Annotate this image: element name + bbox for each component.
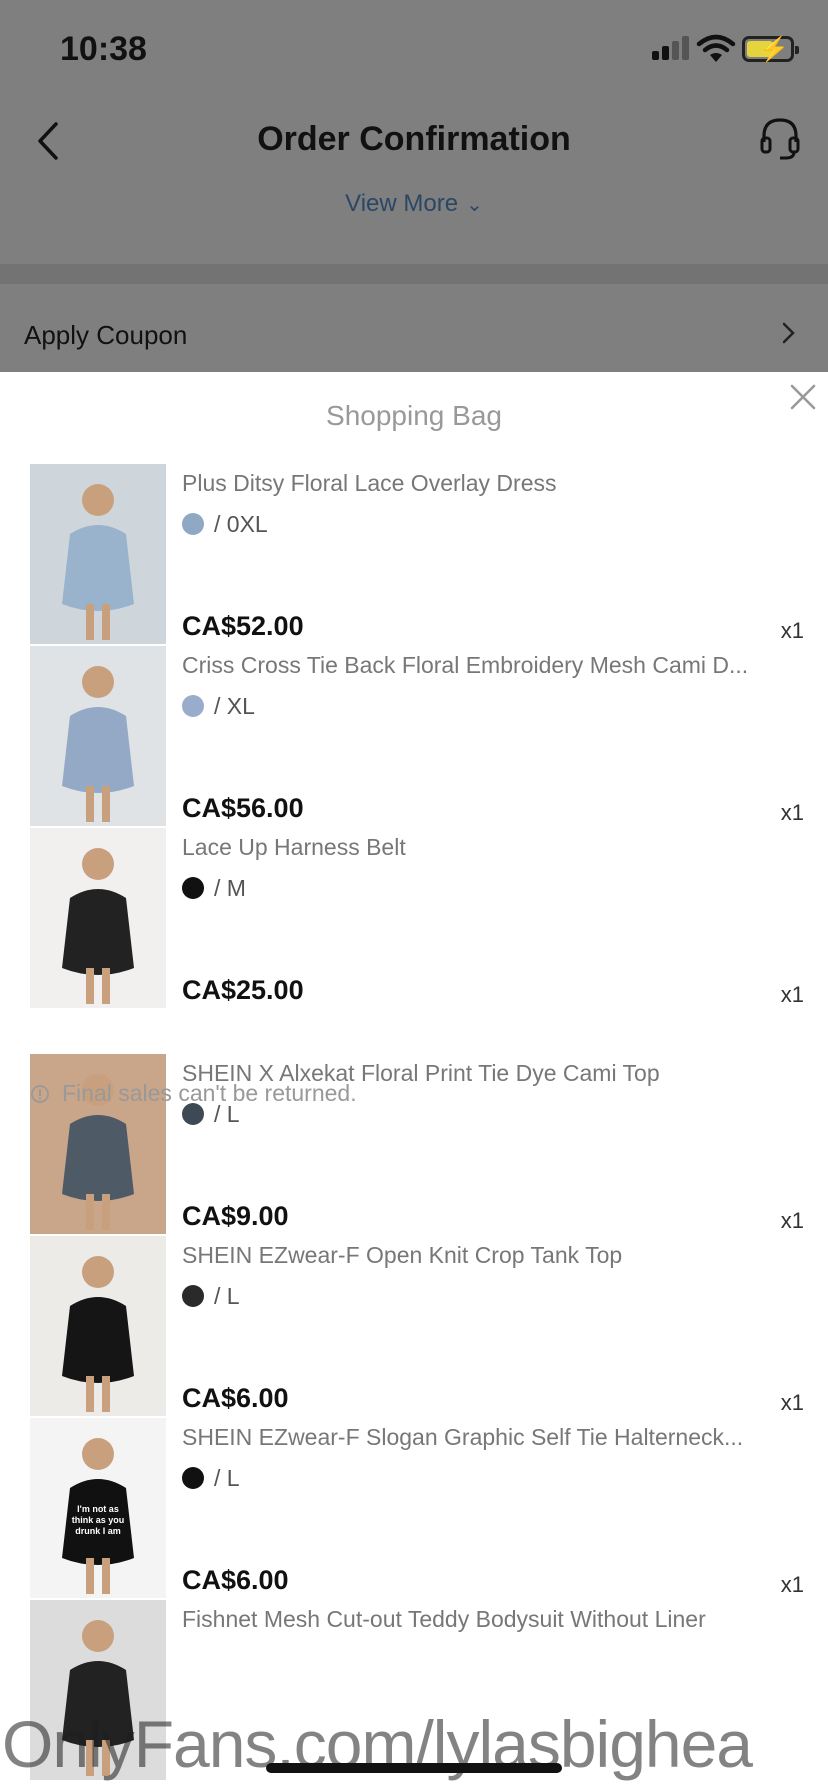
page-title: Order Confirmation <box>257 120 571 158</box>
chevron-down-icon: ⌄ <box>466 194 483 216</box>
chevron-right-icon <box>782 322 795 344</box>
customer-service-icon[interactable] <box>760 116 800 162</box>
product-variant: / L <box>182 1282 240 1310</box>
product-name[interactable]: Criss Cross Tie Back Floral Embroidery M… <box>182 652 802 679</box>
list-item[interactable]: Lace Up Harness Belt / M CA$25.00 x1 <box>0 828 828 1010</box>
product-quantity: x1 <box>780 618 804 643</box>
product-variant: / XL <box>182 692 255 720</box>
shopping-bag-sheet: Shopping Bag Plus Ditsy Floral Lace Over… <box>0 372 828 1792</box>
list-item[interactable]: Plus Ditsy Floral Lace Overlay Dress / 0X… <box>0 464 828 646</box>
product-quantity: x1 <box>780 1390 804 1415</box>
product-size: M <box>226 874 246 901</box>
product-thumbnail[interactable] <box>30 464 166 644</box>
product-price: CA$9.00 <box>182 1201 289 1231</box>
product-print-text: I'm not as think as you drunk I am <box>71 1504 125 1536</box>
product-price: CA$52.00 <box>182 611 304 641</box>
list-item[interactable]: SHEIN EZwear-F Open Knit Crop Tank Top / … <box>0 1236 828 1418</box>
home-indicator <box>266 1763 562 1773</box>
product-name[interactable]: SHEIN EZwear-F Slogan Graphic Self Tie H… <box>182 1424 802 1451</box>
list-item[interactable]: I'm not as think as you drunk I am SHEIN … <box>0 1418 828 1600</box>
clock: 10:38 <box>60 30 147 68</box>
product-size: XL <box>226 692 255 719</box>
battery-icon: ⚡ <box>742 36 799 63</box>
status-bar: 10:38 ⚡ <box>0 0 828 96</box>
variant-separator: / <box>214 1282 227 1309</box>
product-size: L <box>226 1282 240 1309</box>
product-thumbnail[interactable] <box>30 1236 166 1416</box>
product-size: L <box>226 1464 240 1491</box>
final-sale-text: Final sales can't be returned. <box>62 1080 357 1106</box>
color-swatch-icon <box>182 1467 204 1489</box>
product-variant: / 0XL <box>182 510 268 538</box>
wifi-icon <box>696 34 736 62</box>
info-icon <box>31 1084 49 1103</box>
product-image-icon <box>62 666 134 822</box>
color-swatch-icon <box>182 513 204 535</box>
product-name[interactable]: Lace Up Harness Belt <box>182 834 802 861</box>
product-variant: / L <box>182 1464 240 1492</box>
product-thumbnail[interactable] <box>30 646 166 826</box>
product-quantity: x1 <box>780 800 804 825</box>
product-quantity: x1 <box>780 1572 804 1597</box>
product-image-icon <box>62 1256 134 1412</box>
product-thumbnail[interactable] <box>30 828 166 1008</box>
variant-separator: / <box>214 874 227 901</box>
variant-separator: / <box>214 1464 227 1491</box>
apply-coupon-label: Apply Coupon <box>24 320 188 350</box>
color-swatch-icon <box>182 877 204 899</box>
cellular-signal-icon <box>652 36 689 60</box>
view-more-link[interactable]: View More ⌄ <box>0 190 828 218</box>
product-image-icon <box>62 484 134 640</box>
final-sale-notice: Final sales can't be returned. <box>30 1080 357 1107</box>
product-name[interactable]: Fishnet Mesh Cut-out Teddy Bodysuit With… <box>182 1606 802 1633</box>
close-icon[interactable] <box>788 382 818 412</box>
product-quantity: x1 <box>780 1208 804 1233</box>
list-item[interactable]: Criss Cross Tie Back Floral Embroidery M… <box>0 646 828 828</box>
nav-bar: Order Confirmation <box>0 96 828 186</box>
product-price: CA$56.00 <box>182 793 304 823</box>
section-divider <box>0 264 828 284</box>
product-price: CA$25.00 <box>182 975 304 1005</box>
product-size: 0XL <box>226 510 268 537</box>
product-name[interactable]: SHEIN EZwear-F Open Knit Crop Tank Top <box>182 1242 802 1269</box>
product-quantity: x1 <box>780 982 804 1007</box>
product-image-icon <box>62 848 134 1004</box>
product-name[interactable]: Plus Ditsy Floral Lace Overlay Dress <box>182 470 802 497</box>
product-price: CA$6.00 <box>182 1383 289 1413</box>
color-swatch-icon <box>182 1285 204 1307</box>
product-thumbnail[interactable]: I'm not as think as you drunk I am <box>30 1418 166 1598</box>
sheet-title: Shopping Bag <box>326 400 502 431</box>
variant-separator: / <box>214 510 227 537</box>
product-price: CA$6.00 <box>182 1565 289 1595</box>
view-more-label: View More <box>345 190 459 217</box>
apply-coupon-row[interactable]: Apply Coupon <box>0 284 828 372</box>
product-variant: / M <box>182 874 246 902</box>
color-swatch-icon <box>182 695 204 717</box>
variant-separator: / <box>214 692 227 719</box>
